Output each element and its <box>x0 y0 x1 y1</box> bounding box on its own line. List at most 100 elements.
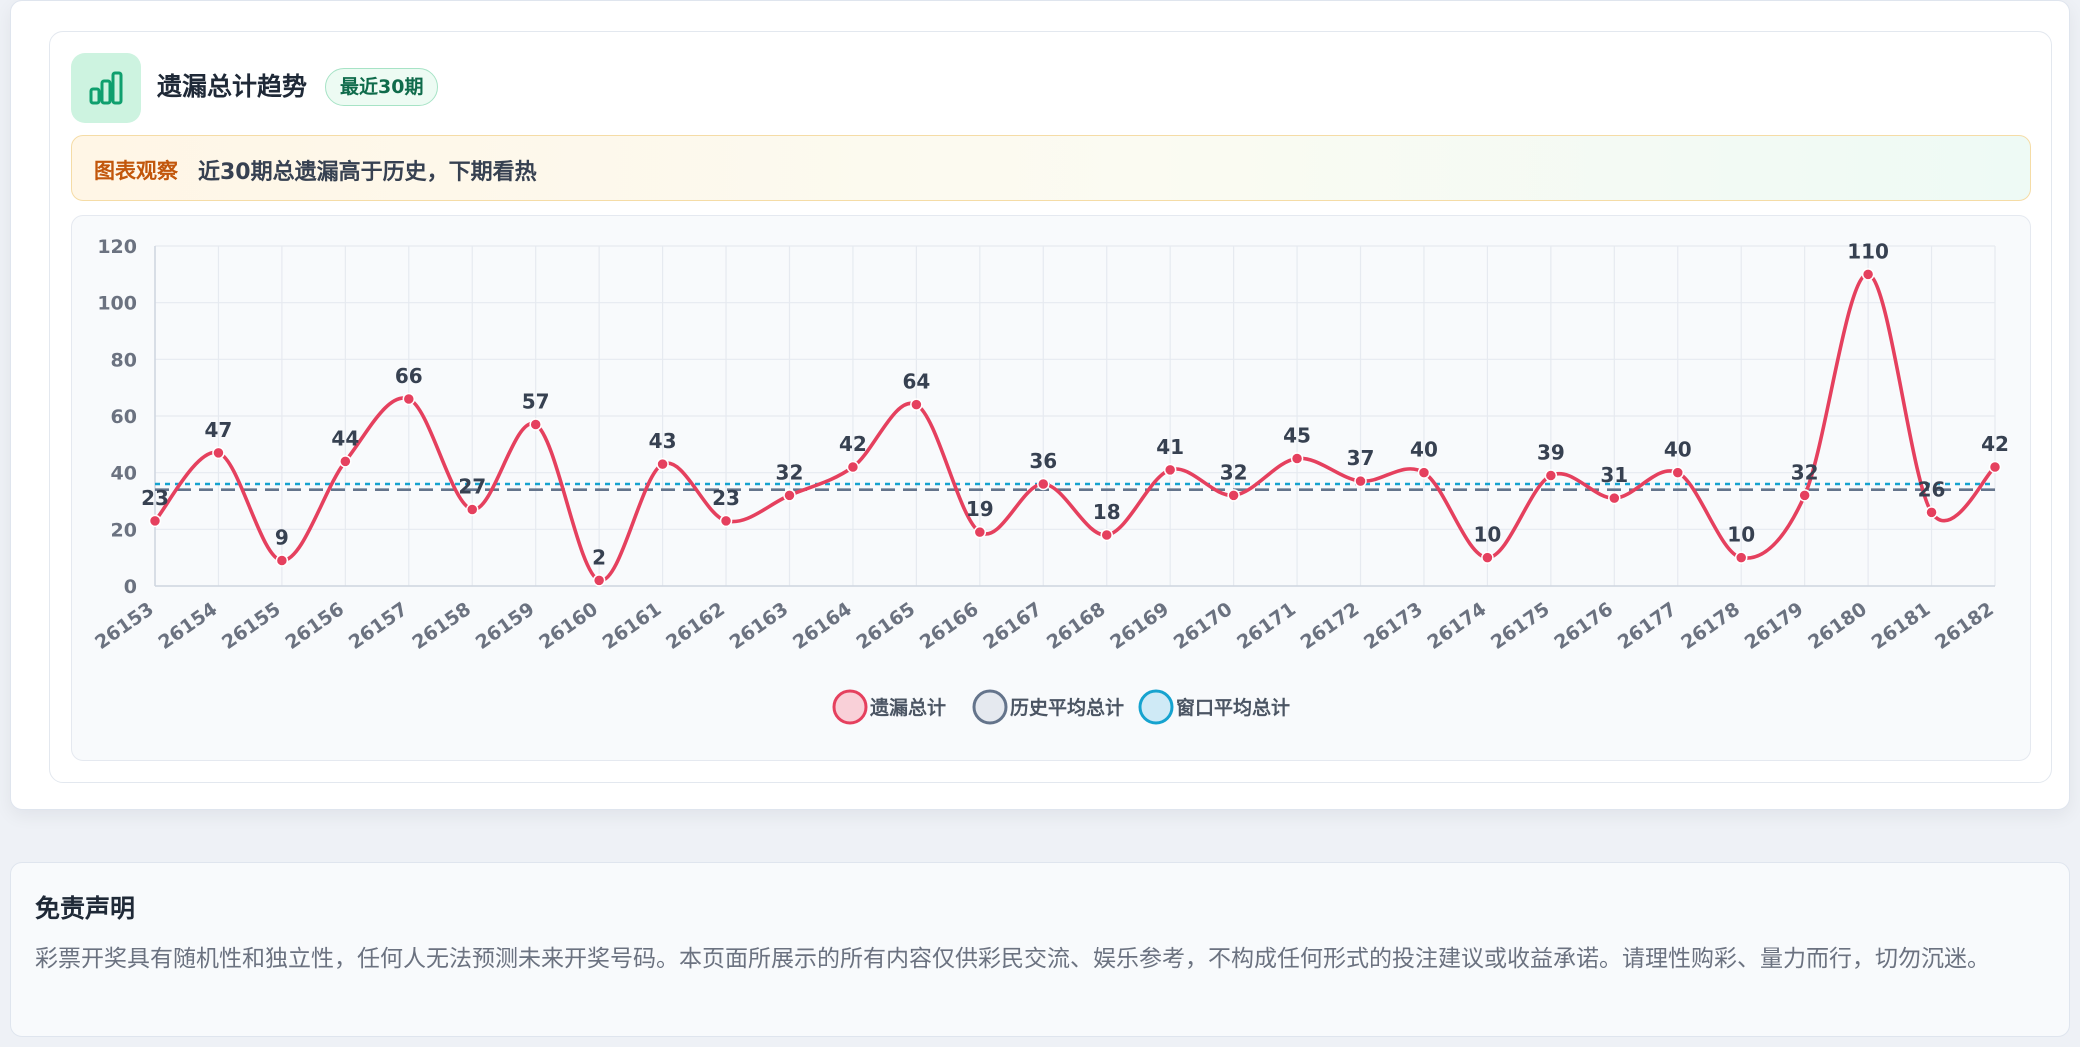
data-label: 23 <box>712 486 740 510</box>
x-tick-label: 26177 <box>1614 598 1681 654</box>
y-tick-label: 80 <box>111 349 137 371</box>
data-point <box>1037 477 1050 491</box>
y-tick-label: 120 <box>97 236 137 258</box>
data-label: 47 <box>205 418 233 442</box>
x-tick-label: 26154 <box>155 598 222 654</box>
data-label: 110 <box>1847 239 1889 263</box>
data-label: 42 <box>1981 432 2009 456</box>
x-tick-label: 26182 <box>1931 598 1998 654</box>
x-tick-label: 26153 <box>91 598 158 654</box>
data-label: 32 <box>776 460 804 484</box>
y-tick-label: 20 <box>111 519 137 541</box>
data-label: 44 <box>331 426 359 450</box>
x-tick-label: 26181 <box>1868 598 1935 654</box>
data-point <box>529 418 542 431</box>
x-tick-label: 26156 <box>281 598 348 654</box>
x-tick-label: 26169 <box>1106 598 1173 654</box>
data-point <box>465 503 479 516</box>
data-label: 32 <box>1791 460 1819 484</box>
x-tick-label: 26174 <box>1424 598 1491 654</box>
data-point <box>148 514 162 528</box>
data-point <box>1227 489 1240 502</box>
data-point <box>339 455 352 468</box>
legend-marker <box>972 689 1008 725</box>
data-point <box>1798 489 1811 502</box>
data-point <box>656 457 669 471</box>
line-chart: 0 20 40 60 80 100 120 2615326154261552615626157… <box>91 236 2009 725</box>
legend-label: 遗漏总计 <box>869 696 946 719</box>
x-tick-label: 26158 <box>408 598 475 654</box>
legend-label: 历史平均总计 <box>1010 696 1124 719</box>
data-point <box>1988 460 2002 474</box>
data-label: 41 <box>1156 435 1184 459</box>
data-point <box>1925 506 1938 519</box>
data-label: 18 <box>1093 500 1121 524</box>
data-point <box>1671 466 1685 479</box>
data-label: 9 <box>275 526 289 550</box>
data-label: 10 <box>1473 523 1501 547</box>
x-tick-label: 26176 <box>1550 598 1617 654</box>
page-title: 遗漏总计趋势 <box>157 72 308 101</box>
data-point <box>1417 466 1431 479</box>
legend-marker <box>832 689 868 725</box>
data-label: 31 <box>1600 463 1628 487</box>
insight-text: 近30期总遗漏高于历史，下期看热 <box>198 160 537 185</box>
x-tick-label: 26162 <box>662 598 729 654</box>
disclaimer-card: 免责声明 彩票开奖具有随机性和独立性，任何人无法预测未来开奖号码。本页面所展示的… <box>10 862 2070 1037</box>
data-point <box>275 554 289 567</box>
data-label: 19 <box>966 497 994 521</box>
disclaimer-text: 彩票开奖具有随机性和独立性，任何人无法预测未来开奖号码。本页面所展示的所有内容仅… <box>35 946 1990 972</box>
data-point <box>1608 491 1621 505</box>
data-point <box>592 574 606 587</box>
x-tick-label: 26159 <box>472 598 539 654</box>
data-label: 40 <box>1410 438 1438 462</box>
data-label: 26 <box>1918 477 1946 501</box>
data-point <box>1481 551 1494 564</box>
x-tick-label: 26175 <box>1487 598 1554 654</box>
x-tick-label: 26164 <box>789 598 856 654</box>
x-tick-label: 26155 <box>218 598 285 654</box>
x-tick-label: 26170 <box>1170 598 1237 654</box>
x-tick-label: 26157 <box>345 598 412 654</box>
x-tick-label: 26168 <box>1043 598 1110 654</box>
y-tick-label: 0 <box>124 576 137 598</box>
legend-label: 窗口平均总计 <box>1176 696 1290 719</box>
data-label: 32 <box>1220 460 1248 484</box>
data-point <box>973 525 987 539</box>
data-label: 39 <box>1537 441 1565 465</box>
data-label: 40 <box>1664 438 1692 462</box>
data-label: 64 <box>902 370 930 394</box>
x-tick-label: 26161 <box>599 598 666 654</box>
x-tick-label: 26179 <box>1741 598 1808 654</box>
x-tick-label: 26173 <box>1360 598 1427 654</box>
data-point <box>1734 551 1748 564</box>
data-point <box>1861 268 1875 281</box>
x-tick-label: 26165 <box>852 598 919 654</box>
data-point <box>1163 463 1177 477</box>
data-label: 42 <box>839 432 867 456</box>
chart-card: 遗漏总计趋势 最近30期 图表观察 近30期总遗漏高于历史，下期看热 0 20 40… <box>10 0 2070 810</box>
x-tick-label: 26167 <box>979 598 1046 654</box>
data-label: 57 <box>522 390 550 414</box>
x-tick-label: 26163 <box>726 598 793 654</box>
data-label: 27 <box>458 475 486 499</box>
x-tick-label: 26172 <box>1297 598 1364 654</box>
data-label: 45 <box>1283 424 1311 448</box>
data-point <box>846 460 860 474</box>
data-label: 36 <box>1029 449 1057 473</box>
data-point <box>1290 452 1304 465</box>
series-line <box>153 272 1997 583</box>
data-label: 2 <box>592 545 606 569</box>
data-point <box>402 392 416 406</box>
data-point <box>910 398 923 411</box>
data-point <box>1354 474 1367 488</box>
data-label: 10 <box>1727 523 1755 547</box>
bar-chart-icon <box>71 53 141 123</box>
x-tick-label: 26178 <box>1677 598 1744 654</box>
data-point <box>1544 469 1558 482</box>
period-badge: 最近30期 <box>325 68 439 106</box>
data-point <box>783 489 796 502</box>
chart-panel: 0 20 40 60 80 100 120 26153 26154 26155 26156 26157… <box>71 215 2031 761</box>
data-label: 23 <box>141 486 169 510</box>
data-point <box>212 446 225 460</box>
